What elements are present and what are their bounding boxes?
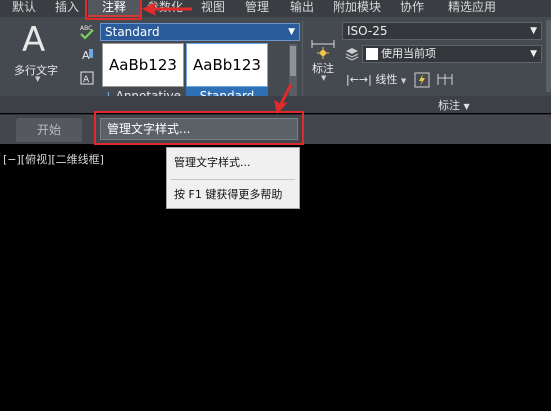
viewport-controls-label[interactable]: [−][俯视][二维线框] — [3, 151, 104, 167]
tab-featured-apps[interactable]: 精选应用 — [440, 0, 504, 17]
chevron-down-icon: ▼ — [530, 49, 537, 59]
annotation-arrow-icon — [274, 83, 293, 114]
tab-view[interactable]: 视图 — [196, 0, 230, 17]
dim-style-dropdown[interactable]: ISO-25 ▼ — [342, 22, 542, 40]
dimension-icon[interactable] — [310, 38, 336, 60]
tab-start[interactable]: 开始 — [16, 118, 82, 142]
swatch-preview: AaBb123 — [186, 43, 268, 87]
chevron-down-icon: ▼ — [463, 102, 470, 111]
chevron-down-icon: ▼ — [288, 27, 295, 37]
highlight-box-manage-text-styles — [94, 111, 304, 145]
highlight-box-annotate-tab — [85, 0, 142, 20]
linear-dimension-button[interactable]: |←→| 线性 ▼ — [346, 71, 406, 87]
tab-insert[interactable]: 插入 — [50, 0, 84, 17]
chevron-down-icon: ▼ — [530, 26, 537, 36]
spellcheck-icon[interactable]: ABC — [79, 24, 94, 40]
tab-default[interactable]: 默认 — [4, 0, 44, 17]
continue-dimension-icon[interactable] — [437, 72, 453, 86]
layer-icon[interactable] — [345, 47, 359, 61]
chevron-down-icon: ▼ — [400, 77, 407, 85]
multiline-text-icon[interactable]: A — [22, 20, 45, 60]
dim-style-value: ISO-25 — [347, 24, 388, 38]
find-text-icon[interactable]: A — [80, 47, 94, 62]
text-style-dropdown[interactable]: Standard ▼ — [100, 23, 300, 41]
scrollbar-thumb[interactable] — [290, 46, 296, 76]
swatch-preview: AaBb123 — [102, 43, 184, 87]
tab-manage[interactable]: 管理 — [238, 0, 276, 17]
chevron-down-icon[interactable]: ▼ — [321, 74, 326, 82]
context-menu: 管理文字样式... 按 F1 键获得更多帮助 — [166, 147, 300, 209]
context-menu-manage-text-styles[interactable]: 管理文字样式... — [167, 150, 299, 176]
svg-text:ABC: ABC — [80, 25, 92, 32]
context-menu-f1-help[interactable]: 按 F1 键获得更多帮助 — [167, 182, 299, 208]
svg-text:A: A — [83, 75, 90, 85]
text-scale-icon[interactable]: A — [80, 71, 94, 85]
color-chip — [366, 48, 378, 60]
quick-dimension-icon[interactable] — [414, 72, 430, 88]
tab-collaborate[interactable]: 协作 — [393, 0, 431, 17]
ribbon-edge — [546, 20, 551, 92]
menu-bar: 默认 插入 注释 参数化 视图 管理 输出 附加模块 协作 精选应用 — [0, 0, 551, 17]
linear-icon: |←→| — [346, 73, 372, 86]
text-style-value: Standard — [105, 25, 160, 39]
tab-addins[interactable]: 附加模块 — [326, 0, 388, 17]
panel-title-dimension[interactable]: 标注 ▼ — [438, 97, 470, 113]
dim-layer-dropdown[interactable]: 使用当前项 ▼ — [362, 45, 542, 63]
dim-layer-value: 使用当前项 — [381, 47, 436, 60]
svg-text:A: A — [82, 49, 90, 61]
tab-output[interactable]: 输出 — [283, 0, 321, 17]
chevron-down-icon[interactable]: ▼ — [35, 75, 40, 83]
annotation-arrow-icon — [142, 2, 192, 16]
menu-divider — [171, 179, 295, 180]
